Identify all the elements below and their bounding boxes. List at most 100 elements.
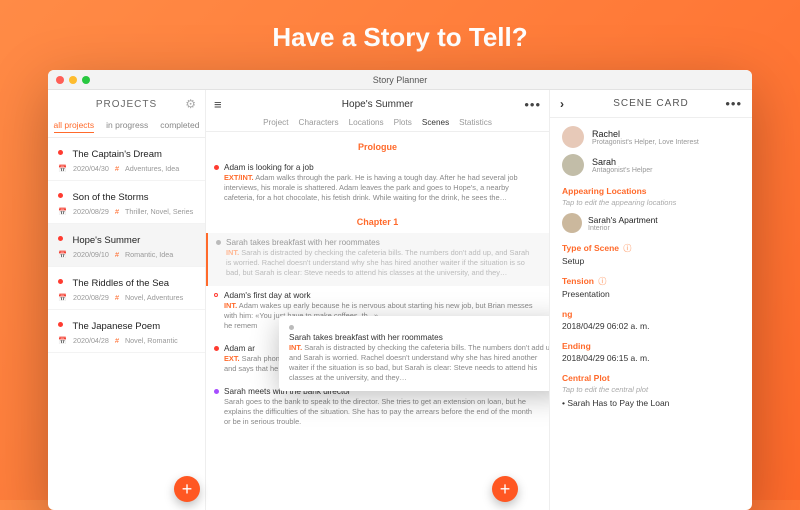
character-role: Antagonist's Helper [592,167,652,174]
project-item[interactable]: The Captain's Dream 📅2020/04/30#Adventur… [48,138,205,181]
hash-icon: # [115,336,119,345]
project-tags: Adventures, Idea [125,164,179,173]
project-date: 2020/09/10 [73,250,109,259]
tab-characters[interactable]: Characters [299,118,339,127]
project-date: 2020/08/29 [73,207,109,216]
calendar-icon: 📅 [58,336,67,345]
hash-icon: # [115,207,119,216]
scene-title: Sarah takes breakfast with her roommates [226,237,535,248]
status-dot-icon [58,150,63,155]
project-item[interactable]: The Riddles of the Sea 📅2020/08/29#Novel… [48,267,205,310]
central-plot-label: Central Plot [562,373,740,383]
tab-statistics[interactable]: Statistics [459,118,492,127]
scene-item[interactable]: Adam is looking for a job EXT/INT. Adam … [206,158,549,211]
scene-body: Adam walks through the park. He is havin… [224,173,518,202]
character-row[interactable]: Rachel Protagonist's Helper, Love Intere… [562,126,740,148]
scene-body: Sarah is distracted by checking the cafe… [289,343,549,382]
central-plot-value[interactable]: Sarah Has to Pay the Loan [567,398,669,408]
location-sub: Interior [588,225,658,232]
scene-body: Sarah goes to the bank to speak to the d… [224,397,532,426]
location-name: Sarah's Apartment [588,215,658,225]
project-title: Hope's Summer [72,235,140,246]
more-icon[interactable]: ••• [725,96,742,111]
calendar-icon: 📅 [58,293,67,302]
project-title: The Japanese Poem [72,321,160,332]
calendar-icon: 📅 [58,250,67,259]
hero-headline: Have a Story to Tell? [0,0,800,67]
locations-hint[interactable]: Tap to edit the appearing locations [562,198,740,207]
character-role: Protagonist's Helper, Love Interest [592,139,699,146]
character-name: Sarah [592,157,652,167]
scene-status-icon [289,325,294,330]
location-image [562,213,582,233]
info-icon[interactable]: ⓘ [598,277,606,286]
detail-tabs: Project Characters Locations Plots Scene… [206,118,549,132]
type-value[interactable]: Setup [562,256,740,266]
scene-slug: INT. [289,343,302,352]
project-date: 2020/04/30 [73,164,109,173]
project-item[interactable]: The Japanese Poem 📅 2020/04/28 # Novel, Rom… [48,310,205,353]
beginning-value[interactable]: 2018/04/29 06:02 a. m. [562,321,740,331]
status-dot-icon [58,236,63,241]
tab-scenes[interactable]: Scenes [422,118,449,127]
tab-project[interactable]: Project [263,118,288,127]
hash-icon: # [115,250,119,259]
project-item[interactable]: Son of the Storms 📅 2020/08/29 # Thriller, … [48,181,205,224]
tab-locations[interactable]: Locations [349,118,384,127]
central-plot-hint[interactable]: Tap to edit the central plot [562,385,740,394]
project-tags: Romantic, Idea [125,250,173,259]
scene-slug: INT. [224,301,237,310]
scene-card-panel: › SCENE CARD ••• Rachel Protagonist's He… [550,90,752,510]
scene-status-icon [214,389,219,394]
scene-slug: EXT/INT. [224,173,254,182]
add-project-button[interactable]: + [174,476,200,502]
scene-item[interactable]: Sarah takes breakfast with her roommates… [206,233,549,286]
project-tags: Novel, Adventures [125,293,183,302]
scene-body: he remem [224,321,257,330]
chapter-heading: Chapter 1 [206,217,549,227]
scene-card-title: SCENE CARD [550,98,752,109]
project-title: The Captain's Dream [72,149,161,160]
gear-icon[interactable]: ⚙ [185,97,197,111]
ending-label: Ending [562,341,740,351]
project-date: 2020/04/28 [73,336,109,345]
info-icon[interactable]: ⓘ [623,244,631,253]
tab-in-progress[interactable]: in progress [106,118,148,133]
scene-title: Adam is looking for a job [224,162,535,173]
add-scene-button[interactable]: + [492,476,518,502]
locations-label: Appearing Locations [562,186,740,196]
project-tags: Novel, Romantic [125,336,178,345]
avatar [562,154,584,176]
character-row[interactable]: Sarah Antagonist's Helper [562,154,740,176]
projects-filter-tabs: all projects in progress completed [48,118,205,138]
project-tags: Thriller, Novel, Series [125,207,193,216]
scene-slug: INT. [226,248,239,257]
scene-status-icon [216,240,221,245]
scene-status-icon [214,293,218,297]
window-title: Story Planner [48,75,752,85]
scene-slug: EXT. [224,354,240,363]
app-window: Story Planner PROJECTS ⚙ all projects in… [48,70,752,510]
chapter-heading: Prologue [206,142,549,152]
location-row[interactable]: Sarah's Apartment Interior [562,213,740,233]
project-item[interactable]: Hope's Summer 📅 2020/09/10 # Romantic, Idea [48,224,205,267]
hash-icon: # [115,164,119,173]
project-title: The Riddles of the Sea [72,278,169,289]
scene-status-icon [214,346,219,351]
detail-panel: ≡ Hope's Summer ••• Project Characters L… [206,90,550,510]
tab-plots[interactable]: Plots [394,118,412,127]
tab-completed[interactable]: completed [160,118,199,133]
scene-drag-preview[interactable]: Sarah takes breakfast with her roommates… [279,316,549,391]
scene-title: Adam's first day at work [224,290,535,301]
calendar-icon: 📅 [58,207,67,216]
tension-value[interactable]: Presentation [562,289,740,299]
tension-label: Tension ⓘ [562,276,740,287]
character-name: Rachel [592,129,699,139]
ending-value[interactable]: 2018/04/29 06:15 a. m. [562,353,740,363]
status-dot-icon [58,279,63,284]
project-title: Son of the Storms [72,192,148,203]
tab-all-projects[interactable]: all projects [54,118,95,133]
titlebar: Story Planner [48,70,752,90]
more-icon[interactable]: ••• [524,97,541,112]
beginning-label: ng [562,309,740,319]
